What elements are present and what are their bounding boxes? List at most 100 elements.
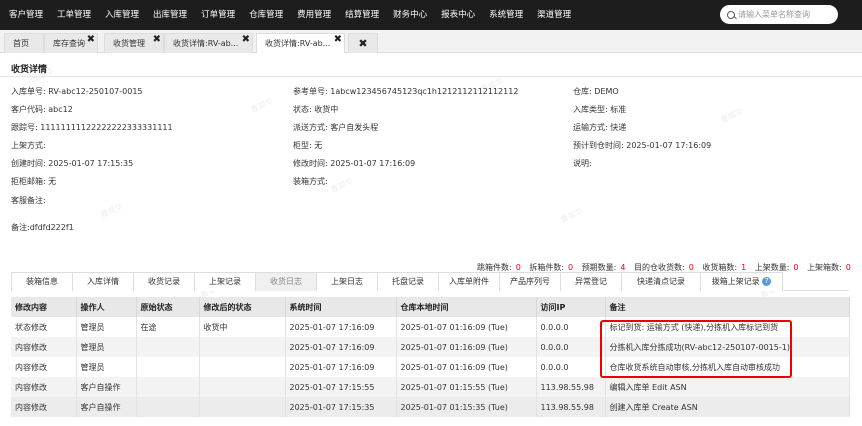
- close-icon[interactable]: ✖: [334, 34, 342, 46]
- nav-order[interactable]: 订单管理: [194, 0, 242, 30]
- table-cell: 管理员: [76, 337, 137, 357]
- tab-receiving-management[interactable]: 收货管理 ✖: [104, 33, 164, 53]
- stat-label: 目的仓收货数:: [634, 263, 685, 272]
- field-dispatch-method: 派送方式: 客户自发头程: [293, 122, 378, 133]
- subtab-exception-register[interactable]: 异常登记: [560, 272, 622, 291]
- subtab-receiving-log[interactable]: 收货日志: [255, 272, 317, 291]
- close-icon[interactable]: ✖: [87, 34, 95, 46]
- subtab-pallet-record[interactable]: 托盘记录: [377, 272, 439, 291]
- close-icon[interactable]: ✖: [153, 34, 161, 46]
- field-label: 仓库:: [573, 87, 592, 96]
- stat-value: 4: [620, 263, 626, 272]
- close-icon[interactable]: ✖: [242, 34, 250, 46]
- field-eta: 预计到仓时间: 2025-01-07 17:16:09: [573, 140, 711, 151]
- subtab-shelving-record[interactable]: 上架记录: [194, 272, 256, 291]
- menu-search[interactable]: [720, 5, 838, 24]
- nav-channel[interactable]: 渠道管理: [530, 0, 578, 30]
- table-cell: 分拣机入库分拣成功(RV-abc12-250107-0015-1): [605, 337, 850, 357]
- watermark: 曹威华: [559, 206, 585, 225]
- subtab-packing-info[interactable]: 装箱信息: [11, 272, 73, 291]
- nav-warehouse[interactable]: 仓库管理: [242, 0, 290, 30]
- nav-workorder[interactable]: 工单管理: [50, 0, 98, 30]
- subtab-inbound-detail[interactable]: 入库详情: [72, 272, 134, 291]
- column-header: 访问IP: [536, 297, 606, 317]
- table-cell: 2025-01-07 17:16:09: [285, 357, 397, 377]
- table-cell: 2025-01-07 17:16:09: [285, 337, 397, 357]
- table-cell: 113.98.55.98: [536, 397, 606, 417]
- subtab-label: 快递清点记录: [637, 277, 685, 286]
- table-cell: 内容修改: [11, 337, 77, 357]
- tab-home[interactable]: 首页: [4, 33, 44, 53]
- tab-receiving-detail-2[interactable]: 收货详情:RV-ab... ✖: [256, 33, 345, 53]
- nav-customer[interactable]: 客户管理: [0, 0, 50, 30]
- subtab-label: 入库单附件: [449, 277, 489, 286]
- subtab-label: 入库详情: [87, 277, 119, 286]
- field-description: 说明:: [573, 158, 592, 169]
- field-value: 无: [314, 141, 323, 150]
- subtab-shelving-log[interactable]: 上架日志: [316, 272, 378, 291]
- table-cell: [136, 397, 200, 417]
- nav-report[interactable]: 报表中心: [434, 0, 482, 30]
- stat-label: 上架箱数:: [807, 263, 842, 272]
- subtab-label: 托盘记录: [392, 277, 424, 286]
- nav-finance[interactable]: 财务中心: [386, 0, 434, 30]
- subtab-label: 产品序列号: [510, 277, 550, 286]
- field-label: 修改时间:: [293, 159, 328, 168]
- nav-inbound[interactable]: 入库管理: [98, 0, 146, 30]
- table-row: 内容修改 管理员 2025-01-07 17:16:09 2025-01-07 …: [11, 357, 850, 377]
- watermark: 曹威华: [719, 106, 745, 125]
- field-label: 备注:: [11, 223, 30, 232]
- column-header: 仓库本地时间: [396, 297, 537, 317]
- field-value: 快递: [610, 123, 627, 132]
- nav-settlement[interactable]: 结算管理: [338, 0, 386, 30]
- table-cell: 2025-01-07 01:15:55 (Tue): [396, 377, 537, 397]
- subtab-express-count[interactable]: 快递清点记录: [621, 272, 701, 291]
- field-shelf-method: 上架方式:: [11, 140, 46, 151]
- nav-fee[interactable]: 费用管理: [290, 0, 338, 30]
- table-cell: 状态修改: [11, 317, 77, 337]
- column-header: 原始状态: [136, 297, 200, 317]
- table-cell: 内容修改: [11, 357, 77, 377]
- divider: [0, 76, 862, 77]
- table-cell: 客户自操作: [76, 397, 137, 417]
- field-label: 预计到仓时间:: [573, 141, 624, 150]
- field-label: 说明:: [573, 159, 592, 168]
- field-label: 状态:: [293, 105, 312, 114]
- table-cell: 创建入库单 Create ASN: [605, 397, 850, 417]
- nav-system[interactable]: 系统管理: [482, 0, 530, 30]
- menu-search-input[interactable]: [738, 10, 830, 19]
- close-icon[interactable]: ✖: [358, 37, 367, 50]
- table-cell: 2025-01-07 17:15:55: [285, 377, 397, 397]
- field-label: 入库单号:: [11, 87, 46, 96]
- table-cell: 内容修改: [11, 397, 77, 417]
- tab-label: 首页: [13, 39, 29, 48]
- table-header-row: 修改内容 操作人 原始状态 修改后的状态 系统时间 仓库本地时间 访问IP 备注: [11, 297, 850, 317]
- field-customer-code: 客户代码: abc12: [11, 104, 73, 115]
- table-cell: 0.0.0.0: [536, 357, 606, 377]
- subtab-receiving-record[interactable]: 收货记录: [133, 272, 195, 291]
- field-label: 柜型:: [293, 141, 312, 150]
- field-box-method: 装箱方式:: [293, 176, 328, 187]
- table-cell: 0.0.0.0: [536, 337, 606, 357]
- subtab-label: 异常登记: [575, 277, 607, 286]
- column-header: 系统时间: [285, 297, 397, 317]
- field-inbound-no: 入库单号: RV-abc12-250107-0015: [11, 86, 143, 97]
- tab-label: 收货详情:RV-ab...: [265, 39, 331, 48]
- field-value: DEMO: [594, 87, 619, 96]
- tab-inventory-query[interactable]: 库存查询 ✖: [44, 33, 98, 53]
- tab-close-all[interactable]: ✖: [348, 33, 378, 53]
- subtab-attachments[interactable]: 入库单附件: [438, 272, 500, 291]
- tab-label: 收货详情:RV-ab...: [173, 39, 239, 48]
- field-reject-email: 拒柜邮箱: 无: [11, 176, 56, 187]
- stat-value: 0: [845, 263, 851, 272]
- field-value: 2025-01-07 17:15:35: [48, 159, 134, 168]
- subtab-serial-numbers[interactable]: 产品序列号: [499, 272, 561, 291]
- subtab-box-shelving[interactable]: 拨箱上架记录 ?: [700, 272, 783, 291]
- table-cell: 管理员: [76, 317, 137, 337]
- nav-outbound[interactable]: 出库管理: [146, 0, 194, 30]
- tab-receiving-detail-1[interactable]: 收货详情:RV-ab... ✖: [164, 33, 253, 53]
- table-cell: 2025-01-07 01:16:09 (Tue): [396, 317, 537, 337]
- stat-value: 1: [741, 263, 747, 272]
- help-icon[interactable]: ?: [762, 277, 772, 286]
- field-value: dfdfd222f1: [29, 223, 74, 232]
